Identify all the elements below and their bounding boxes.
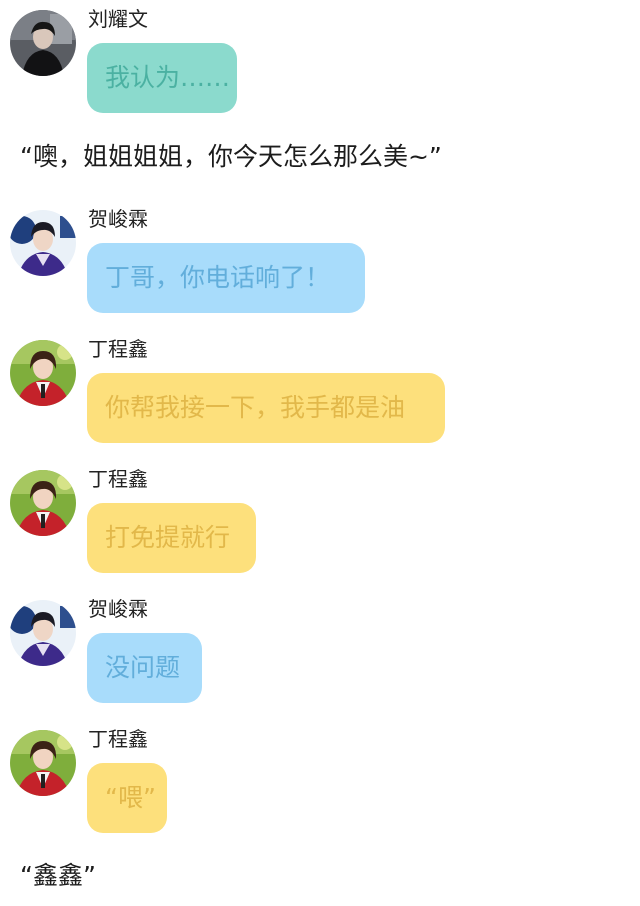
- message-bubble[interactable]: 丁哥，你电话响了！: [87, 243, 365, 313]
- message-bubble[interactable]: 没问题: [87, 633, 202, 703]
- sender-name: 丁程鑫: [88, 467, 148, 491]
- he-junlin-avatar[interactable]: [10, 600, 76, 666]
- liu-yaowen-avatar[interactable]: [10, 10, 76, 76]
- message-bubble[interactable]: 打免提就行: [87, 503, 256, 573]
- message-bubble[interactable]: 我认为……: [87, 43, 237, 113]
- narration-text: “噢，姐姐姐姐，你今天怎么那么美~”: [20, 142, 442, 171]
- ding-chengxin-avatar[interactable]: [10, 470, 76, 536]
- ding-chengxin-avatar[interactable]: [10, 730, 76, 796]
- he-junlin-avatar[interactable]: [10, 210, 76, 276]
- sender-name: 丁程鑫: [88, 337, 148, 361]
- ding-chengxin-avatar[interactable]: [10, 340, 76, 406]
- narration-text: “鑫鑫”: [20, 861, 96, 890]
- sender-name: 刘耀文: [88, 7, 148, 31]
- sender-name: 丁程鑫: [88, 727, 148, 751]
- message-bubble[interactable]: 你帮我接一下，我手都是油: [87, 373, 445, 443]
- message-bubble[interactable]: “喂”: [87, 763, 167, 833]
- sender-name: 贺峻霖: [88, 597, 148, 621]
- sender-name: 贺峻霖: [88, 207, 148, 231]
